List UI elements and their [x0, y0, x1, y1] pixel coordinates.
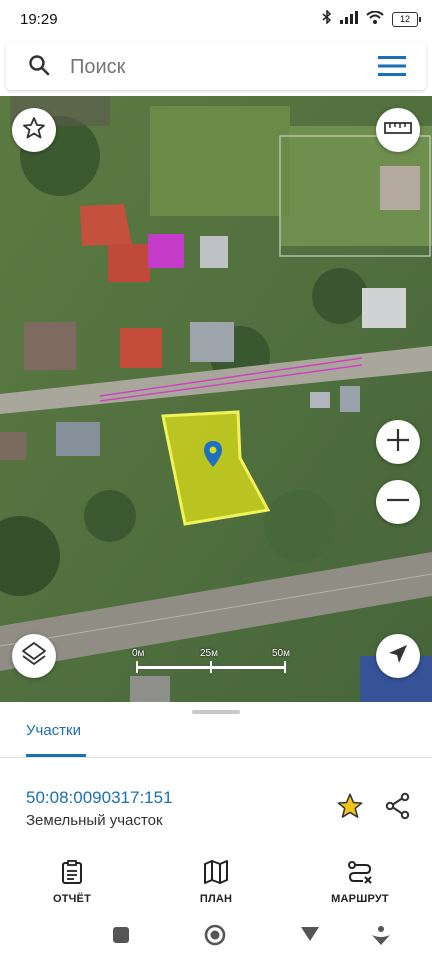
- divider: [0, 757, 432, 758]
- navigation-arrow-icon: [387, 643, 409, 670]
- map-icon: [203, 860, 229, 888]
- status-bar: 19:29 12: [0, 0, 432, 38]
- scale-tick: [284, 661, 286, 673]
- scale-tick: [210, 661, 212, 673]
- map-scale: 0м 25м 50м: [132, 648, 292, 678]
- search-bar: [6, 42, 426, 90]
- search-icon[interactable]: [28, 54, 50, 81]
- location-pin-icon[interactable]: [203, 440, 223, 473]
- share-icon[interactable]: [384, 792, 412, 825]
- clipboard-icon: [61, 860, 83, 888]
- nav-route-label: МАРШРУТ: [331, 893, 389, 905]
- my-location-button[interactable]: [376, 634, 420, 678]
- battery-icon: 12: [392, 12, 421, 27]
- bottom-sheet: Участки 50:08:0090317:151 Земельный учас…: [0, 702, 432, 855]
- cadastral-number-link[interactable]: 50:08:0090317:151: [26, 788, 173, 808]
- layers-icon: [21, 641, 47, 672]
- menu-icon[interactable]: [378, 56, 406, 81]
- ruler-button[interactable]: [376, 108, 420, 152]
- assistant-button-icon[interactable]: [370, 924, 392, 951]
- layers-button[interactable]: [12, 634, 56, 678]
- route-icon: [347, 861, 373, 888]
- zoom-in-button[interactable]: [376, 420, 420, 464]
- sheet-drag-handle[interactable]: [192, 710, 240, 714]
- scale-label-50: 50м: [272, 648, 290, 659]
- bluetooth-icon: [322, 9, 332, 29]
- favorite-map-button[interactable]: [12, 108, 56, 152]
- star-outline-icon: [22, 116, 46, 145]
- map-imagery: [0, 96, 432, 702]
- satellite-map[interactable]: 0м 25м 50м: [0, 96, 432, 702]
- star-icon[interactable]: [336, 792, 364, 825]
- zoom-out-button[interactable]: [376, 480, 420, 524]
- nav-report[interactable]: ОТЧЁТ: [22, 860, 122, 905]
- plus-icon: [385, 427, 411, 458]
- nav-plan[interactable]: ПЛАН: [166, 860, 266, 905]
- parcel-type-label: Земельный участок: [26, 812, 163, 829]
- ruler-icon: [384, 121, 412, 140]
- home-button-icon[interactable]: [204, 924, 226, 951]
- nav-report-label: ОТЧЁТ: [52, 893, 92, 905]
- scale-label-0: 0м: [132, 648, 145, 659]
- nav-route[interactable]: МАРШРУТ: [310, 860, 410, 905]
- system-navigation-bar: [0, 910, 432, 960]
- recents-button-icon[interactable]: [112, 926, 130, 949]
- minus-icon: [385, 487, 411, 518]
- status-time: 19:29: [20, 11, 58, 28]
- status-icons: 12: [322, 9, 421, 29]
- scale-label-25: 25м: [200, 648, 218, 659]
- scale-tick: [136, 661, 138, 673]
- bottom-navigation: ОТЧЁТ ПЛАН МАРШРУТ: [0, 854, 432, 910]
- back-button-icon[interactable]: [300, 926, 320, 947]
- signal-icon: [340, 10, 358, 29]
- search-input[interactable]: [68, 52, 362, 82]
- nav-plan-label: ПЛАН: [199, 893, 233, 905]
- tab-parcels[interactable]: Участки: [26, 722, 81, 739]
- wifi-icon: [366, 10, 384, 29]
